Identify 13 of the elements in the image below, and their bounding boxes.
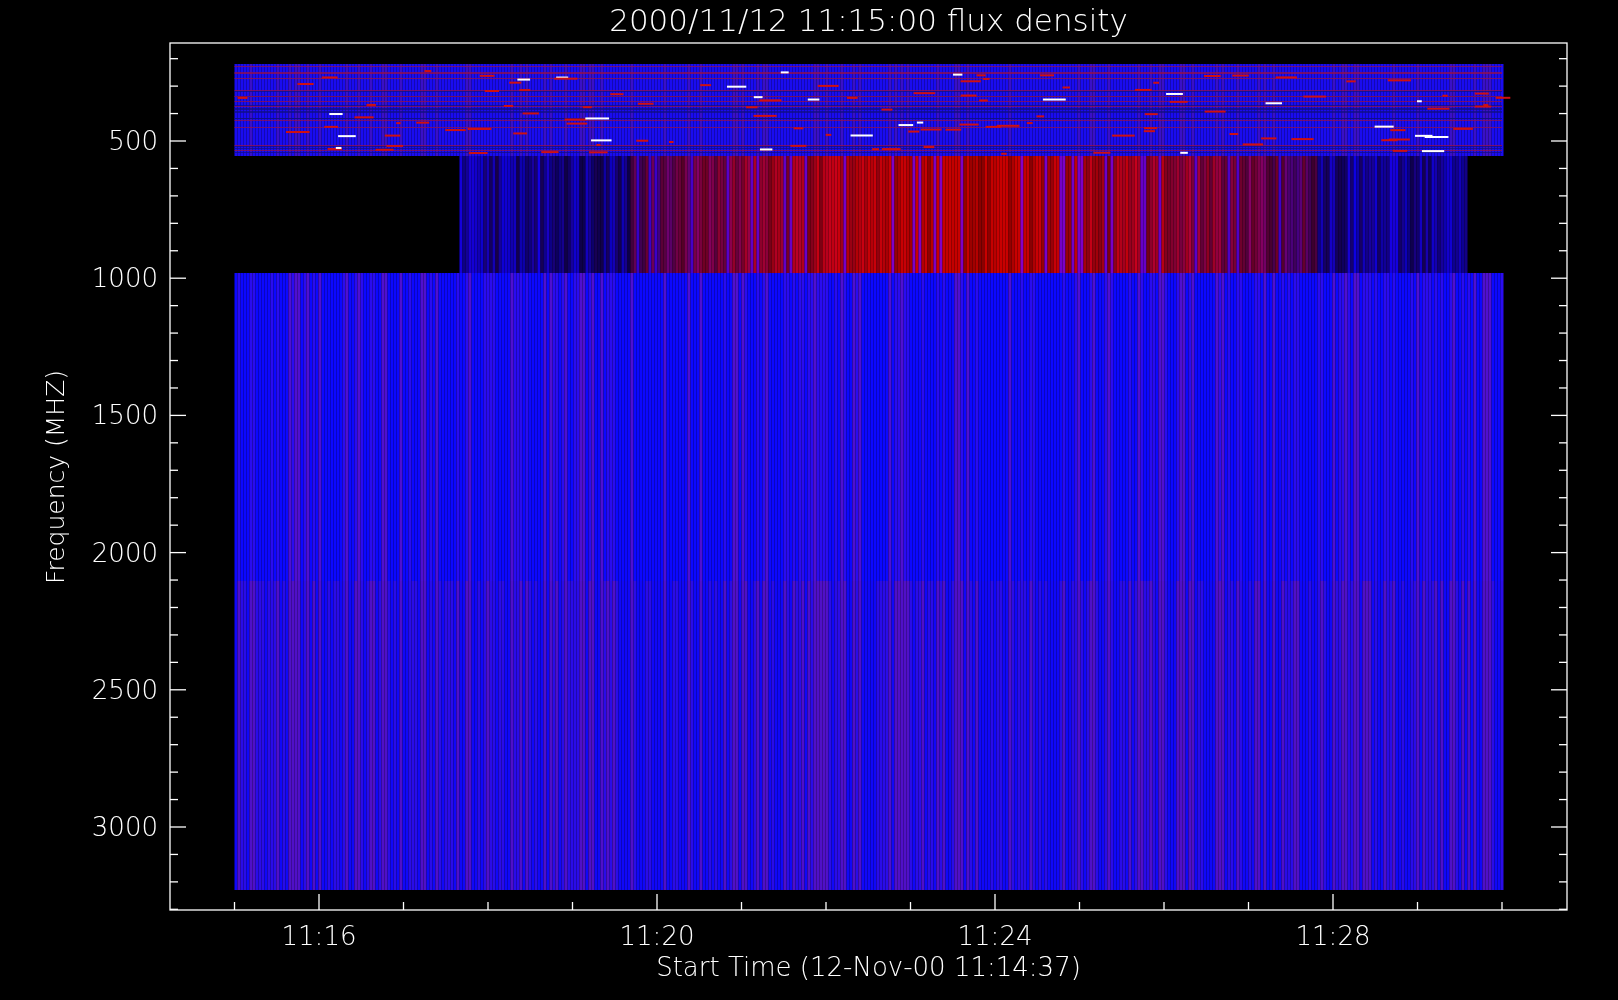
x-tick-label: 11:16 <box>281 921 357 951</box>
y-axis-label: Frequency (MHZ) <box>41 369 70 585</box>
y-tick-label: 1000 <box>91 263 158 294</box>
x-tick-label: 11:20 <box>619 921 695 951</box>
chart-title: 2000/11/12 11:15:00 flux density <box>609 2 1128 38</box>
y-tick-label: 2000 <box>91 537 158 568</box>
x-tick-label: 11:24 <box>957 921 1033 951</box>
y-tick-label: 3000 <box>91 812 158 842</box>
x-tick-label: 11:28 <box>1295 921 1371 951</box>
x-axis-label: Start Time (12-Nov-00 11:14:37) <box>656 952 1081 982</box>
y-tick-label: 1500 <box>91 400 158 431</box>
y-tick-label: 500 <box>108 126 158 156</box>
y-tick-label: 2500 <box>91 674 158 705</box>
